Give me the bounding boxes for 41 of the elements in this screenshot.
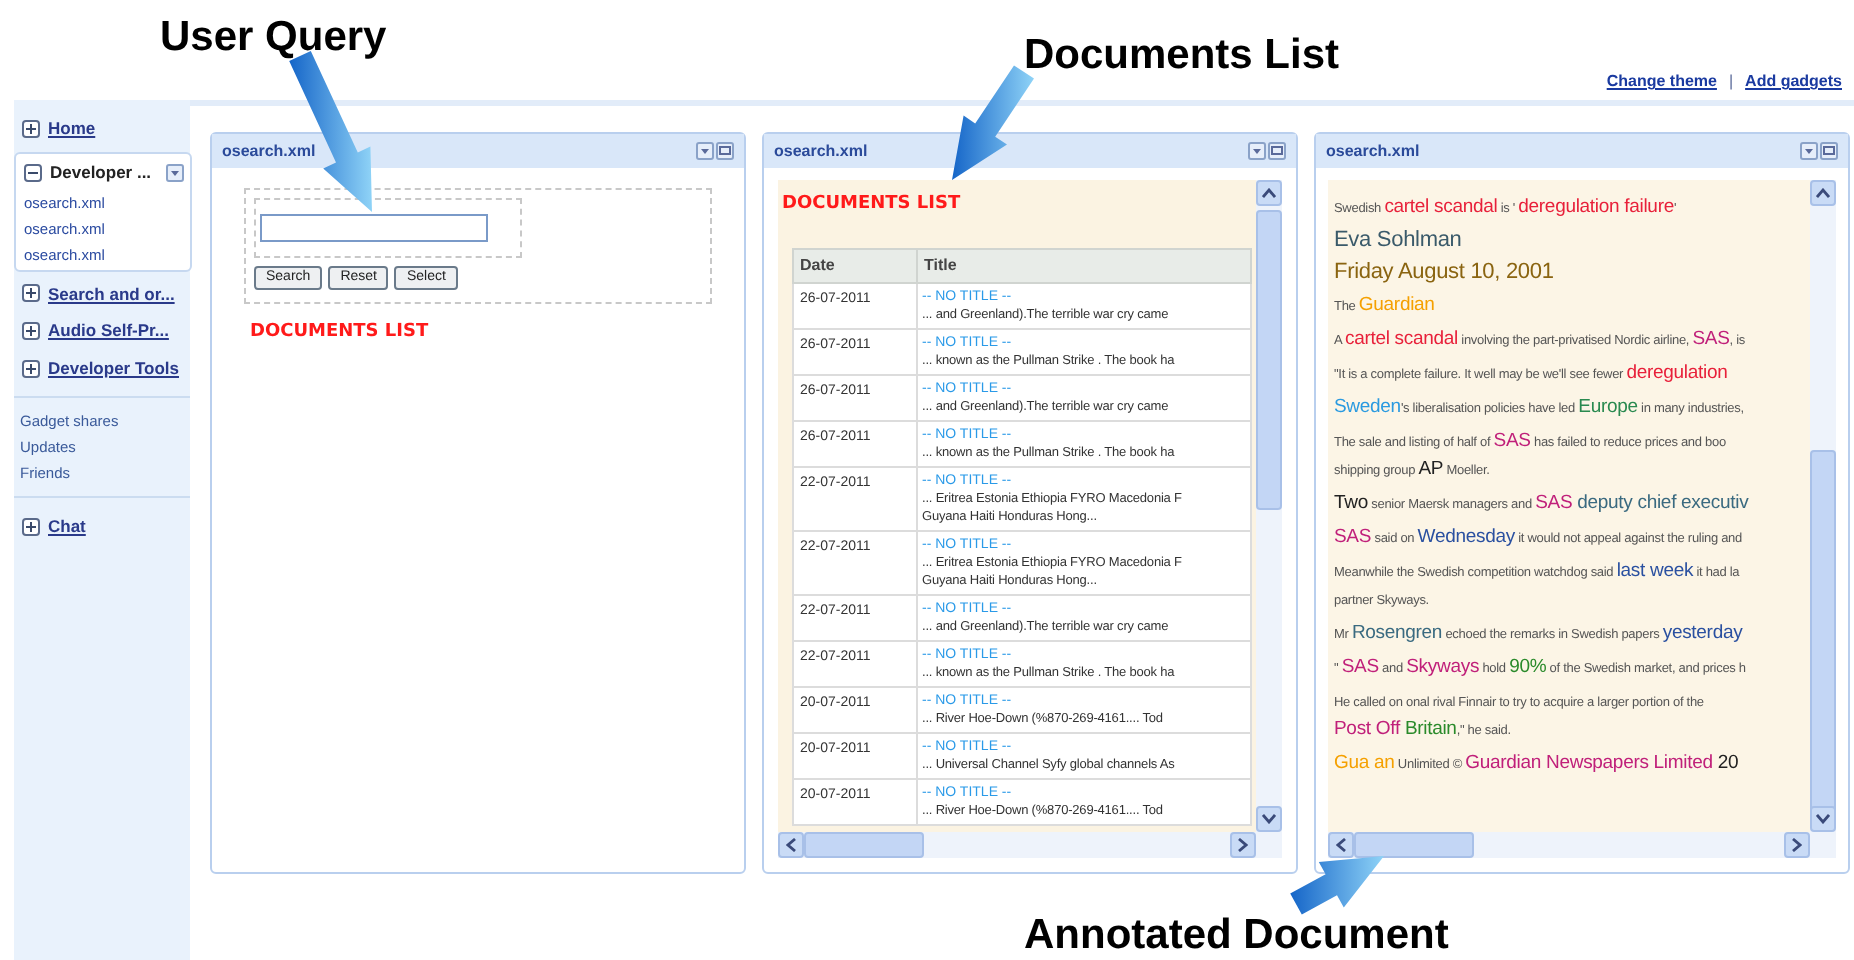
document-text: Friday August 10, 2001 <box>1334 258 1556 284</box>
collapse-icon[interactable] <box>24 163 42 182</box>
minimize-icon[interactable] <box>1268 142 1286 160</box>
minimize-icon[interactable] <box>716 142 734 160</box>
documents-heading: DOCUMENTS LIST <box>250 320 431 346</box>
documents-heading: DOCUMENTS LIST <box>782 192 963 218</box>
dropdown-icon[interactable] <box>1800 142 1818 160</box>
sidebar-section-link[interactable]: Chat <box>48 513 86 539</box>
sidebar-section-link[interactable]: Developer Tools <box>48 356 179 382</box>
minimize-icon[interactable] <box>1820 142 1838 160</box>
sidebar-section-link[interactable]: Search and or... <box>48 281 175 307</box>
column-header[interactable]: Date <box>793 248 917 282</box>
callout-arrow <box>1290 856 1384 915</box>
expand-icon[interactable] <box>22 359 40 378</box>
gadget-title: osearch.xml <box>222 139 316 163</box>
dropdown-icon[interactable] <box>1248 142 1266 160</box>
link-separator: | <box>1728 70 1734 94</box>
query-input[interactable] <box>260 214 488 242</box>
dropdown-icon[interactable] <box>166 163 184 182</box>
callout-arrow <box>952 65 1034 180</box>
callout-label: Annotated Document <box>1024 910 1449 960</box>
gadget-title: osearch.xml <box>774 139 868 163</box>
dropdown-icon[interactable] <box>696 142 714 160</box>
gadget-title: osearch.xml <box>1326 139 1420 163</box>
header-link[interactable]: Change theme <box>1606 70 1717 94</box>
document-text: Eva Sohlman <box>1334 226 1464 252</box>
expand-icon[interactable] <box>22 284 40 303</box>
horizontal-scrollbar[interactable] <box>1328 832 1836 858</box>
expand-icon[interactable] <box>22 119 40 138</box>
sidebar-section-link[interactable]: Developer ... <box>50 159 152 185</box>
vertical-scrollbar[interactable] <box>1256 180 1282 832</box>
callout-label: Documents List <box>1024 30 1340 82</box>
horizontal-scrollbar[interactable] <box>778 832 1282 858</box>
expand-icon[interactable] <box>22 517 40 536</box>
column-header[interactable]: Title <box>917 248 1251 282</box>
callout-label: User Query <box>160 12 387 64</box>
sidebar-section-link[interactable]: Home <box>48 116 96 142</box>
vertical-scrollbar[interactable] <box>1810 180 1836 832</box>
header-link[interactable]: Add gadgets <box>1745 70 1842 94</box>
expand-icon[interactable] <box>22 322 40 341</box>
sidebar-section-link[interactable]: Audio Self-Pr... <box>48 318 169 344</box>
